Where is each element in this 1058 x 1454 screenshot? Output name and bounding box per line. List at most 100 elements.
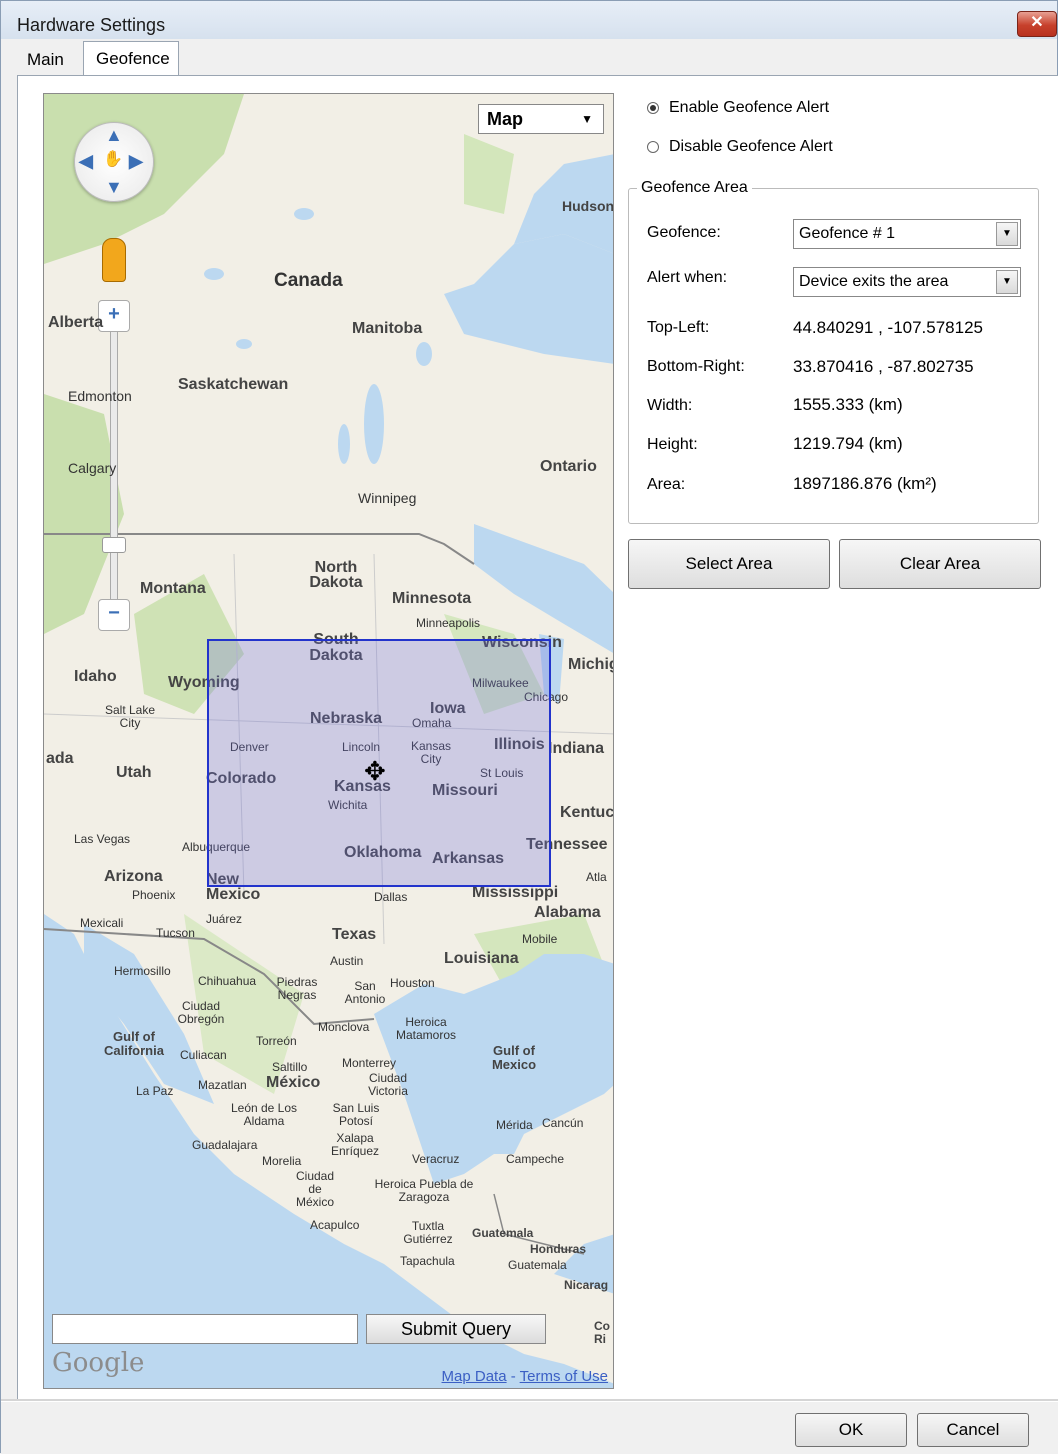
map-label: Edmonton (68, 388, 132, 404)
select-area-button[interactable]: Select Area (628, 539, 830, 589)
map-label: Alberta (48, 314, 104, 331)
map-label: Calgary (68, 460, 117, 476)
map-label: San Antonio (344, 979, 386, 1006)
hardware-settings-window: Hardware Settings ✕ Main Geofence Map ▼ … (0, 0, 1058, 1454)
geofence-label: Geofence: (647, 224, 721, 241)
pan-down-icon[interactable]: ▼ (105, 177, 123, 198)
height-value: 1219.794 (km) (793, 434, 903, 453)
pan-control[interactable]: ▲ ▼ ◀ ▶ ✋ (74, 122, 154, 202)
map-label: Co Ri (594, 1319, 610, 1346)
map-label: Arizona (104, 868, 163, 885)
zoom-slider-knob[interactable] (102, 537, 126, 553)
map-label: Minneapolis (416, 616, 481, 630)
alert-when-label: Alert when: (647, 269, 728, 286)
map-label: Ontario (540, 458, 597, 475)
map-label: Texas (332, 926, 377, 943)
map-label: Idaho (74, 668, 117, 685)
map-label: León de Los Aldama (230, 1101, 298, 1128)
map-label: Ciudad de México (295, 1169, 335, 1209)
map-label: Minnesota (392, 590, 472, 607)
map-label: Mérida (496, 1118, 533, 1132)
clear-area-button[interactable]: Clear Area (839, 539, 1041, 589)
top-left-label: Top-Left: (647, 319, 710, 336)
google-logo: Google (52, 1348, 145, 1378)
map-label: Morelia (262, 1154, 302, 1168)
geofence-area-title: Geofence Area (637, 179, 752, 197)
tab-geofence[interactable]: Geofence (83, 41, 179, 77)
radio-selected-icon (647, 101, 659, 114)
map-label: Mobile (522, 932, 558, 946)
map-label: Tucson (156, 926, 195, 940)
map-label: Hermosillo (114, 964, 171, 978)
map-search-input[interactable] (52, 1314, 358, 1344)
map-label: ada (46, 750, 74, 767)
map-label: Alabama (534, 904, 601, 921)
map-label: Culiacan (180, 1048, 227, 1062)
top-left-value: 44.840291 , -107.578125 (793, 318, 984, 337)
pan-up-icon[interactable]: ▲ (105, 125, 123, 146)
map-view[interactable]: Map▼ ▲ ▼ ◀ ▶ ✋ + − Hudson Bay Canada Alb… (43, 93, 614, 1389)
map-label: Tapachula (400, 1254, 455, 1268)
zoom-out-button[interactable]: − (98, 599, 130, 631)
map-label: Manitoba (352, 320, 423, 337)
pan-right-icon[interactable]: ▶ (129, 151, 143, 172)
map-label: Houston (390, 976, 435, 990)
geofence-select[interactable]: Geofence # 1 ▼ (793, 219, 1021, 249)
bottom-right-label: Bottom-Right: (647, 358, 745, 375)
close-button[interactable]: ✕ (1017, 11, 1057, 37)
map-label: Phoenix (132, 888, 176, 902)
map-label: Juárez (206, 912, 243, 926)
pegman-icon[interactable] (102, 238, 126, 282)
map-label: Saskatchewan (178, 376, 289, 393)
map-label: Guatemala (472, 1226, 534, 1240)
bottom-right-value: 33.870416 , -87.802735 (793, 357, 974, 376)
map-label: Torreón (256, 1034, 297, 1048)
map-label: Ciudad Obregón (177, 999, 225, 1026)
cancel-button[interactable]: Cancel (917, 1413, 1029, 1447)
submit-query-button[interactable]: Submit Query (366, 1314, 546, 1344)
dialog-footer: OK Cancel (1, 1402, 1058, 1454)
dropdown-arrow-icon: ▼ (581, 112, 593, 126)
map-label: Mexicali (80, 916, 124, 930)
alert-when-select[interactable]: Device exits the area ▼ (793, 267, 1021, 297)
map-label: Guatemala (508, 1258, 567, 1272)
pan-left-icon[interactable]: ◀ (79, 151, 93, 172)
map-label: Gulf of Mexico (491, 1043, 537, 1072)
chevron-down-icon[interactable]: ▼ (996, 270, 1018, 294)
map-type-dropdown[interactable]: Map ▼ (478, 104, 604, 134)
enable-geofence-radio[interactable]: Enable Geofence Alert (647, 99, 829, 117)
map-label: Xalapa Enríquez (330, 1131, 380, 1158)
map-label: Acapulco (310, 1218, 360, 1232)
hand-icon: ✋ (103, 151, 123, 168)
area-value: 1897186.876 (km²) (793, 474, 937, 493)
map-label: Las Vegas (74, 832, 131, 846)
map-label: San Luis Potosí (332, 1101, 380, 1128)
map-label: Tuxtla Gutiérrez (403, 1219, 453, 1246)
chevron-down-icon[interactable]: ▼ (996, 222, 1018, 246)
map-label: Kentuc (560, 804, 614, 821)
map-label: Nicarag (564, 1278, 609, 1292)
map-label: Canada (274, 270, 343, 291)
map-label: Winnipeg (358, 490, 417, 506)
map-label: Guadalajara (192, 1138, 258, 1152)
map-label: Salt Lake City (104, 703, 156, 730)
map-label: Indiana (548, 740, 605, 757)
map-attribution: Map Data - Terms of Use (442, 1368, 608, 1385)
map-label: Ciudad Victoria (368, 1071, 408, 1098)
width-label: Width: (647, 397, 693, 414)
map-label: Michig (568, 656, 614, 673)
tab-main[interactable]: Main (17, 45, 79, 75)
window-title: Hardware Settings (17, 15, 166, 35)
radio-unselected-icon (647, 140, 659, 153)
map-label: Heroica Puebla de Zaragoza (374, 1177, 474, 1204)
terms-of-use-link[interactable]: Terms of Use (520, 1368, 608, 1385)
disable-geofence-radio[interactable]: Disable Geofence Alert (647, 138, 833, 156)
map-label: Cancún (542, 1116, 584, 1130)
map-label: Austin (330, 954, 364, 968)
map-label: Monclova (318, 1020, 370, 1034)
map-label: Atla (586, 870, 607, 884)
ok-button[interactable]: OK (795, 1413, 907, 1447)
map-label: Heroica Matamoros (395, 1015, 457, 1042)
height-label: Height: (647, 436, 698, 453)
map-data-link[interactable]: Map Data (442, 1368, 507, 1385)
